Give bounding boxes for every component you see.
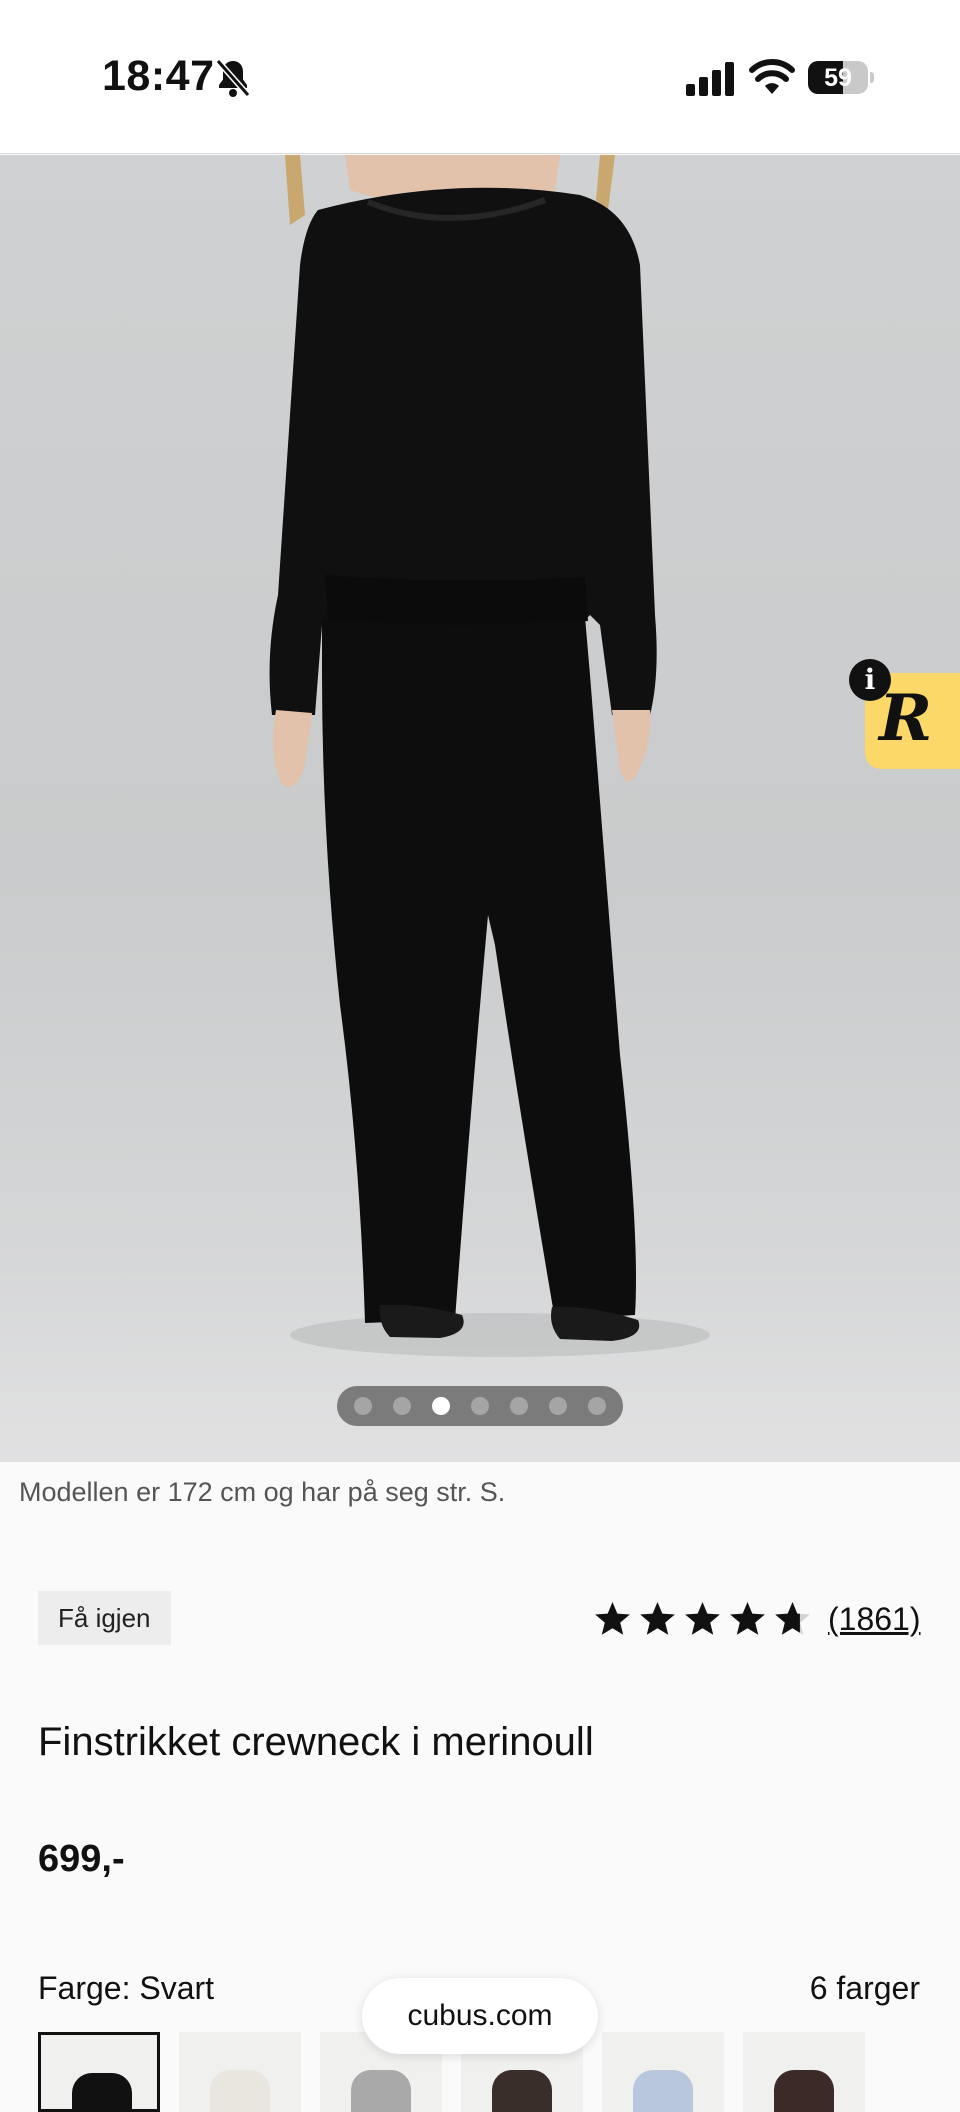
gallery-dot[interactable] bbox=[549, 1397, 567, 1415]
bell-slash-icon bbox=[215, 59, 251, 97]
product-photo bbox=[269, 155, 710, 1357]
wifi-icon bbox=[749, 59, 795, 94]
status-bar: 18:47 59 bbox=[0, 0, 960, 154]
gallery-dot[interactable] bbox=[432, 1397, 450, 1415]
star-icon bbox=[685, 1602, 720, 1635]
status-time: 18:47 bbox=[102, 52, 215, 100]
color-count: 6 farger bbox=[809, 1970, 920, 2006]
swatch-garment bbox=[492, 2070, 552, 2112]
color-swatch[interactable] bbox=[743, 2032, 865, 2112]
info-icon[interactable]: i bbox=[849, 659, 891, 701]
star-icon bbox=[775, 1602, 810, 1635]
browser-url-pill[interactable]: cubus.com bbox=[362, 1978, 598, 2054]
rating-stars[interactable] bbox=[594, 1601, 811, 1637]
gallery-dot[interactable] bbox=[354, 1397, 372, 1415]
color-swatch[interactable] bbox=[38, 2032, 160, 2112]
swatch-garment bbox=[774, 2070, 834, 2112]
gallery-dot[interactable] bbox=[588, 1397, 606, 1415]
battery-tip bbox=[870, 72, 874, 83]
color-label: Farge: Svart bbox=[38, 1970, 215, 2006]
cashback-tag: Få igjen bbox=[38, 1591, 171, 1645]
signal-icon bbox=[686, 62, 734, 96]
battery-icon: 59 bbox=[808, 61, 868, 94]
product-image-gallery[interactable] bbox=[0, 155, 960, 1462]
color-swatch[interactable] bbox=[179, 2032, 301, 2112]
gallery-pagination[interactable] bbox=[337, 1386, 623, 1426]
star-icon bbox=[730, 1602, 765, 1635]
swatch-garment bbox=[210, 2070, 270, 2112]
star-icon bbox=[595, 1602, 630, 1635]
model-size-caption: Modellen er 172 cm og har på seg str. S. bbox=[19, 1477, 506, 1507]
review-count-link[interactable]: (1861) bbox=[828, 1601, 921, 1638]
swatch-garment bbox=[633, 2070, 693, 2112]
color-swatch[interactable] bbox=[602, 2032, 724, 2112]
gallery-dot[interactable] bbox=[471, 1397, 489, 1415]
swatch-garment bbox=[351, 2070, 411, 2112]
product-price: 699,- bbox=[38, 1838, 125, 1880]
swatch-garment bbox=[72, 2073, 132, 2109]
battery-level: 59 bbox=[824, 64, 852, 92]
product-title: Finstrikket crewneck i merinoull bbox=[38, 1720, 594, 1764]
gallery-dot[interactable] bbox=[393, 1397, 411, 1415]
star-icon bbox=[640, 1602, 675, 1635]
gallery-dot[interactable] bbox=[510, 1397, 528, 1415]
